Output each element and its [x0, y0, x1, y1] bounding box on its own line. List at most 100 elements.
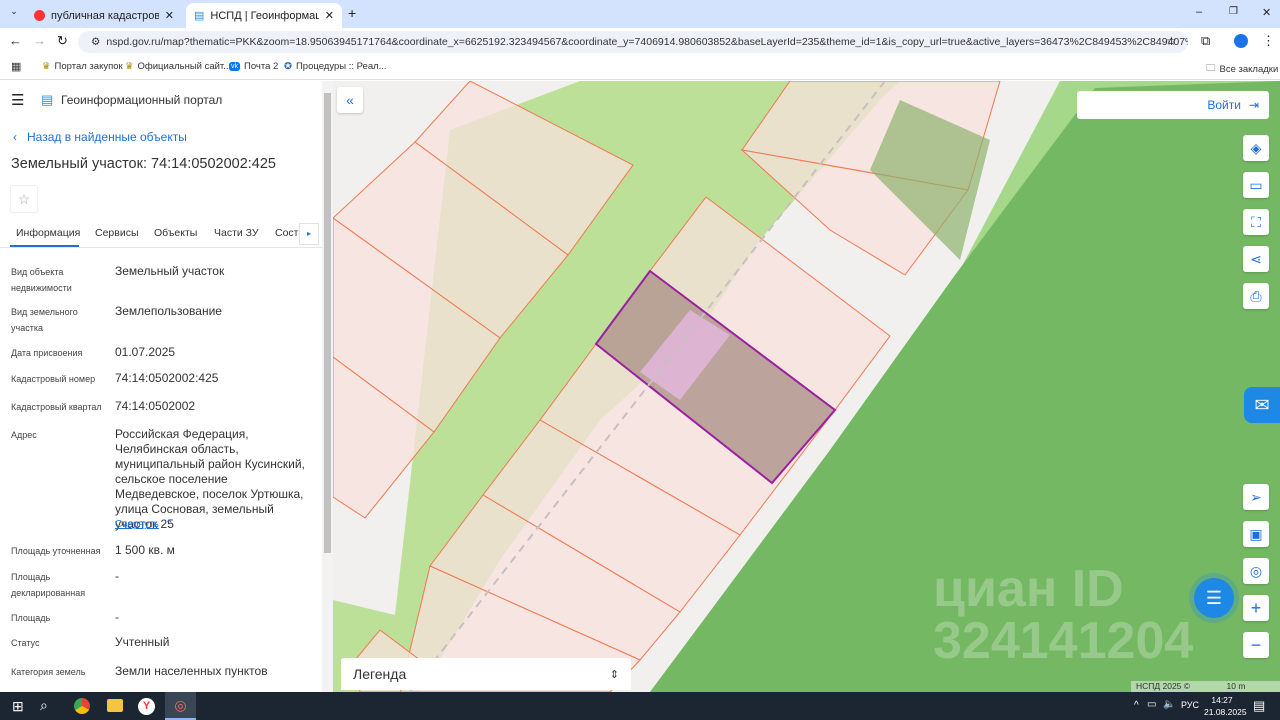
row-label: Площадь уточненная: [11, 546, 101, 556]
chat-button[interactable]: ☰: [1194, 578, 1234, 618]
folder-icon: 🗀: [1206, 63, 1216, 74]
print-button[interactable]: ⎙: [1243, 283, 1269, 309]
hamburger-menu-icon[interactable]: ☰: [11, 91, 24, 109]
clock[interactable]: 14:27 21.08.2025: [1204, 694, 1247, 718]
share-button[interactable]: ⋖: [1243, 246, 1269, 272]
zoom-out-button[interactable]: −: [1243, 632, 1269, 658]
profile-avatar[interactable]: [1234, 34, 1248, 48]
geolocation-button[interactable]: ➢: [1243, 484, 1269, 510]
tab-composition[interactable]: Соста: [275, 227, 300, 239]
row-label: Кадастровый квартал: [11, 402, 102, 412]
close-icon[interactable]: ✕: [165, 9, 174, 22]
minimap-button[interactable]: ▣: [1243, 521, 1269, 547]
row-value: 1 500 кв. м: [115, 543, 175, 557]
tab-objects[interactable]: Объекты: [154, 227, 197, 239]
expand-icon: ⇕: [609, 668, 619, 681]
menu-icon[interactable]: ⋮: [1262, 33, 1275, 49]
row-label: Вид земельного участка: [11, 307, 78, 333]
site-info-icon[interactable]: ⚙: [91, 36, 100, 48]
bookmark-item[interactable]: ♛ Официальный сайт...: [125, 61, 231, 72]
back-link[interactable]: ‹ Назад в найденные объекты: [13, 130, 187, 144]
row-label: Площадь: [11, 613, 51, 623]
row-label: Статус: [11, 638, 40, 648]
tab-services[interactable]: Сервисы: [95, 227, 139, 239]
close-icon[interactable]: ✕: [325, 9, 334, 22]
row-value: 74:14:0502002:425: [115, 371, 219, 385]
portal-title: Геоинформационный портал: [61, 93, 223, 107]
row-value: Земельный участок: [115, 264, 225, 278]
back-icon[interactable]: ←: [9, 33, 22, 48]
windows-start-icon[interactable]: ⊞: [12, 698, 24, 715]
network-icon[interactable]: ▭: [1147, 699, 1156, 710]
search-icon[interactable]: ⌕: [40, 697, 48, 714]
yandex-browser-icon[interactable]: Y: [138, 698, 155, 715]
all-bookmarks[interactable]: 🗀 Все закладки: [1206, 61, 1278, 77]
favorite-star-button[interactable]: ☆: [10, 185, 38, 213]
address-value: Российская Федерация, Челябинская област…: [115, 427, 305, 531]
file-explorer-icon[interactable]: [107, 699, 123, 712]
legend-toggle[interactable]: Легенда ⇕: [341, 658, 631, 690]
tray-chevron-icon[interactable]: ^: [1134, 700, 1139, 711]
row-label: Вид объекта недвижимости: [11, 267, 72, 293]
tabs-divider: [0, 247, 322, 248]
tab-parts[interactable]: Части ЗУ: [214, 227, 259, 239]
row-label: Дата присвоения: [11, 348, 83, 358]
zoom-in-button[interactable]: +: [1243, 595, 1269, 621]
bookmark-item[interactable]: ♛ Портал закупок: [42, 61, 123, 72]
map-canvas[interactable]: циан ID 324141204 « Войти ⇥ ◈ ▭ ⛶ ⋖ ⎙ ✉ ➢…: [333, 81, 1280, 692]
row-value: Землепользование: [115, 304, 222, 318]
globe-icon: ✪: [284, 61, 292, 72]
tab-information[interactable]: Информация: [16, 227, 80, 239]
minimize-button[interactable]: –: [1196, 6, 1202, 18]
row-label: Категория земель: [11, 667, 86, 677]
scrollbar-thumb[interactable]: [324, 93, 331, 553]
collapse-link[interactable]: Свернуть ⌃: [115, 519, 173, 530]
row-label: Кадастровый номер: [11, 374, 96, 384]
active-tab-indicator: [10, 245, 79, 247]
bookmark-item[interactable]: vk Почта 2: [229, 61, 278, 72]
bookmark-item[interactable]: ✪ Процедуры :: Реал...: [284, 61, 387, 72]
watermark: циан ID 324141204: [933, 560, 1194, 670]
row-value: Учтенный: [115, 635, 170, 649]
restore-button[interactable]: ❐: [1229, 6, 1238, 17]
location-search-button[interactable]: ◎: [1243, 558, 1269, 584]
browser-tab-bar: ⌄ публичная кадастровая карта ✕ ▤ НСПД |…: [0, 0, 1280, 28]
bookmarks-bar: ▦ ♛ Портал закупок ♛ Официальный сайт... v…: [0, 56, 1280, 80]
chrome-icon[interactable]: [74, 698, 90, 714]
feedback-icon[interactable]: ✉: [1244, 387, 1280, 423]
active-app-icon[interactable]: ◎: [165, 692, 196, 720]
page-title: Земельный участок: 74:14:0502002:425: [11, 156, 276, 172]
ruler-button[interactable]: ▭: [1243, 172, 1269, 198]
address-bar[interactable]: ⚙ nspd.gov.ru/map?thematic=PKK&zoom=18.95…: [78, 31, 1188, 53]
forward-icon[interactable]: →: [33, 33, 46, 48]
chevron-up-icon: ⌃: [164, 519, 174, 530]
scrollbar-track[interactable]: [322, 81, 333, 692]
collapse-panel-button[interactable]: «: [337, 87, 363, 113]
language-indicator[interactable]: РУС: [1181, 700, 1199, 710]
yandex-icon: [34, 10, 45, 21]
row-value: Земли населенных пунктов: [115, 664, 268, 678]
attribution-bar: НСПД 2025 © 10 m: [1131, 681, 1280, 692]
tabs-scroll-right-button[interactable]: ▸: [299, 223, 319, 245]
close-window-button[interactable]: ✕: [1262, 6, 1271, 19]
reload-icon[interactable]: ↻: [57, 33, 68, 49]
tab-yandex[interactable]: публичная кадастровая карта ✕: [26, 3, 182, 28]
apps-icon[interactable]: ▦: [11, 60, 21, 73]
portal-logo-icon: ▤: [41, 92, 54, 107]
tab-list-button[interactable]: ⌄: [6, 6, 22, 22]
volume-icon[interactable]: 🔈: [1163, 699, 1175, 710]
login-button[interactable]: Войти ⇥: [1077, 91, 1269, 119]
emblem-icon: ♛: [42, 61, 51, 72]
tab-nspd[interactable]: ▤ НСПД | Геоинформационный ✕: [186, 3, 342, 28]
row-value: 74:14:0502002: [115, 399, 196, 413]
area-search-button[interactable]: ⛶: [1243, 209, 1269, 235]
login-icon: ⇥: [1248, 98, 1259, 112]
bookmark-star-icon[interactable]: ☆: [1166, 34, 1177, 48]
new-tab-button[interactable]: +: [348, 5, 356, 21]
windows-taskbar: ⊞ ⌕ Y ◎ ^ ▭ 🔈 РУС 14:27 21.08.2025 ▤: [0, 692, 1280, 720]
extensions-icon[interactable]: ⧉: [1201, 33, 1210, 49]
scale-bar: 10 m: [1216, 681, 1256, 692]
notifications-icon[interactable]: ▤: [1253, 698, 1265, 714]
emblem-icon: ♛: [125, 61, 134, 72]
layers-button[interactable]: ◈: [1243, 135, 1269, 161]
